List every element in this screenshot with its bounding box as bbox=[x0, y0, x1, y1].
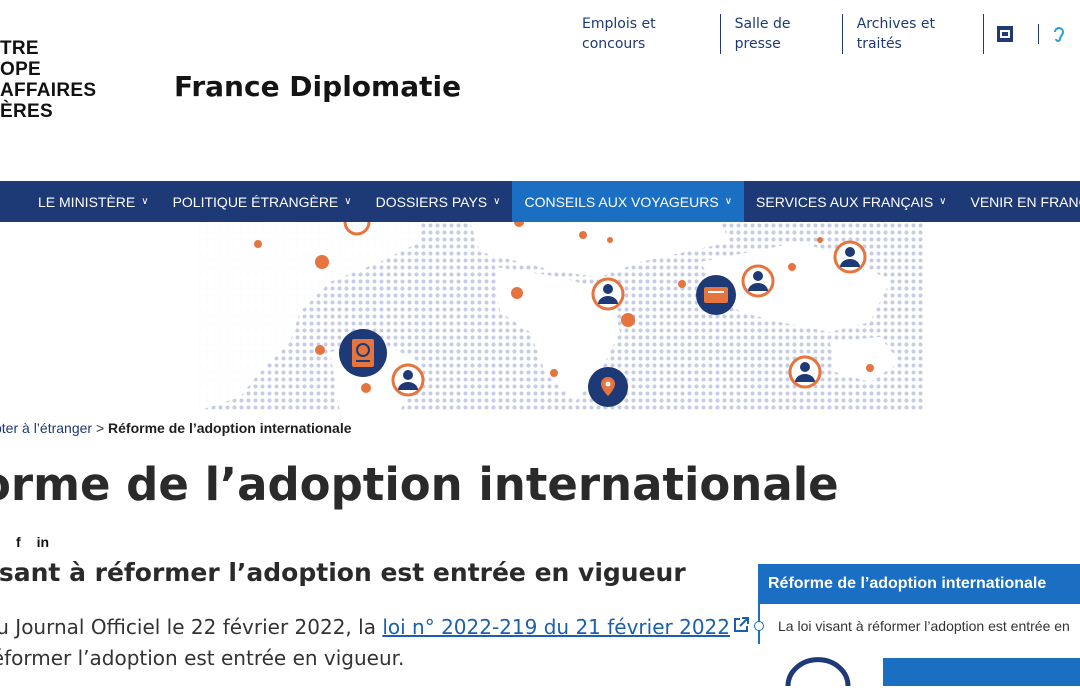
paragraph-text: au Journal Officiel le 22 février 2022, … bbox=[0, 615, 382, 639]
hearing-ear-icon[interactable] bbox=[1038, 24, 1069, 44]
chevron-down-icon: ∨ bbox=[493, 196, 500, 207]
breadcrumb-link[interactable]: pter à l’étranger bbox=[0, 420, 92, 436]
article-paragraph: au Journal Officiel le 22 février 2022, … bbox=[0, 612, 750, 674]
law-link[interactable]: loi n° 2022-219 du 21 février 2022 bbox=[382, 615, 730, 639]
ministry-logo[interactable]: TRE OPE AFFAIRES ÈRES bbox=[0, 38, 96, 122]
breadcrumb-current: Réforme de l’adoption internationale bbox=[108, 420, 351, 436]
breadcrumb: pter à l’étranger > Réforme de l’adoptio… bbox=[0, 420, 352, 436]
sidebar-summary: Réforme de l’adoption internationale La … bbox=[758, 564, 1080, 644]
person-pin-icon bbox=[593, 279, 623, 309]
nav-item-dossiers-pays[interactable]: DOSSIERS PAYS∨ bbox=[364, 181, 513, 222]
sign-language-icon[interactable] bbox=[996, 24, 1014, 44]
chevron-down-icon: ∨ bbox=[344, 196, 351, 207]
chevron-down-icon: ∨ bbox=[141, 196, 148, 207]
linkedin-icon[interactable]: in bbox=[37, 534, 49, 550]
nav-item-ministere[interactable]: LE MINISTÈRE∨ bbox=[0, 181, 161, 222]
banner-world-map bbox=[0, 222, 1080, 412]
timeline-dot-icon bbox=[754, 621, 764, 631]
nav-item-services-francais[interactable]: SERVICES AUX FRANÇAIS∨ bbox=[744, 181, 958, 222]
top-utility-links: Emplois et concours Salle de presse Arch… bbox=[570, 14, 1080, 54]
facebook-icon[interactable]: f bbox=[16, 534, 21, 550]
sidebar-bottom-illustration bbox=[758, 656, 1080, 686]
nav-item-venir-france[interactable]: VENIR EN FRANCE∨ bbox=[959, 181, 1080, 222]
chevron-down-icon: ∨ bbox=[939, 196, 946, 207]
paragraph-text-line2: réformer l’adoption est entrée en vigueu… bbox=[0, 646, 404, 670]
main-nav: LE MINISTÈRE∨ POLITIQUE ÉTRANGÈRE∨ DOSSI… bbox=[0, 181, 1080, 222]
chevron-down-icon: ∨ bbox=[725, 196, 732, 207]
link-archives[interactable]: Archives et traités bbox=[843, 14, 984, 54]
link-salle-presse[interactable]: Salle de presse bbox=[721, 14, 843, 54]
link-emplois[interactable]: Emplois et concours bbox=[570, 14, 721, 54]
article-subtitle: visant à réformer l’adoption est entrée … bbox=[0, 558, 686, 587]
page-title: orme de l’adoption internationale bbox=[0, 458, 839, 511]
sidebar-title: Réforme de l’adoption internationale bbox=[758, 564, 1080, 604]
site-title[interactable]: France Diplomatie bbox=[174, 70, 461, 103]
share-links: f in bbox=[16, 534, 49, 550]
external-link-icon bbox=[732, 616, 750, 634]
nav-item-politique[interactable]: POLITIQUE ÉTRANGÈRE∨ bbox=[161, 181, 364, 222]
breadcrumb-separator: > bbox=[96, 420, 104, 436]
sidebar-item[interactable]: La loi visant à réformer l’adoption est … bbox=[758, 604, 1080, 644]
nav-item-conseils-voyageurs[interactable]: CONSEILS AUX VOYAGEURS∨ bbox=[512, 181, 744, 222]
